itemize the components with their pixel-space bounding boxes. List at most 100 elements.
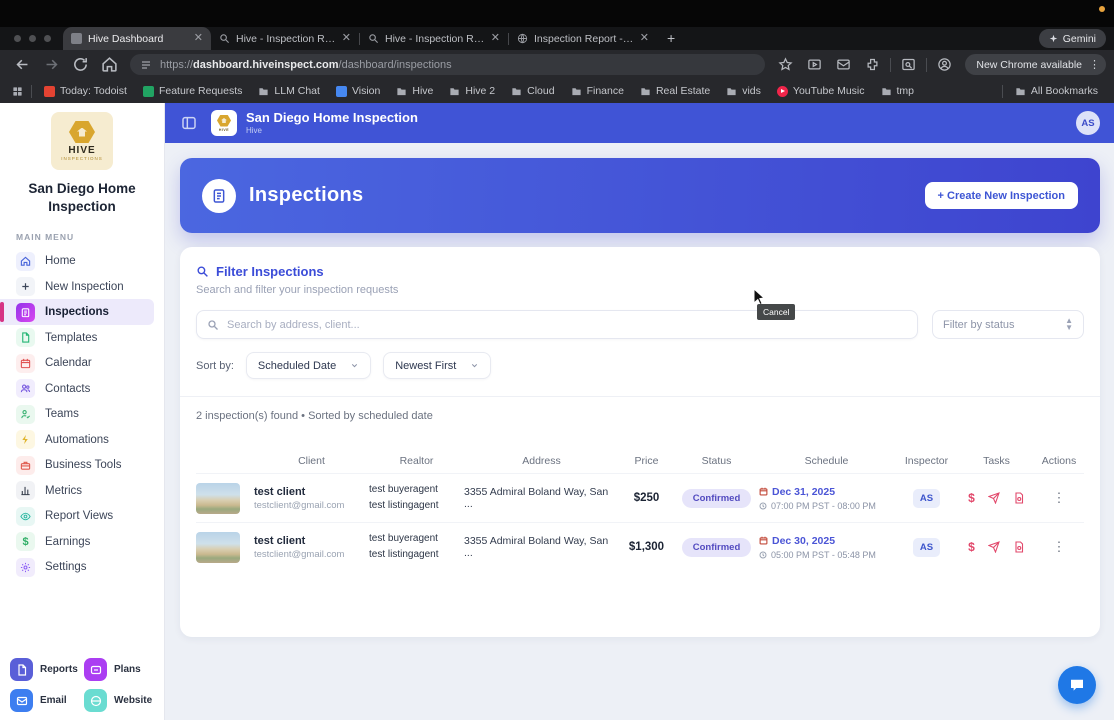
footer-button-label: Website bbox=[114, 695, 152, 706]
folder-icon bbox=[571, 86, 582, 97]
bookmark-feature-requests[interactable]: Feature Requests bbox=[143, 85, 242, 97]
sidebar-item-metrics[interactable]: Metrics bbox=[0, 478, 164, 504]
search-box[interactable] bbox=[196, 310, 918, 339]
folder-icon bbox=[726, 86, 737, 97]
plans-button[interactable]: Plans bbox=[84, 658, 154, 681]
sort-field-dropdown[interactable]: Scheduled Date bbox=[246, 352, 371, 379]
browser-toolbar: https://dashboard.hiveinspect.com/dashbo… bbox=[0, 50, 1114, 79]
profile-icon[interactable] bbox=[937, 57, 952, 72]
bookmark-tmp[interactable]: tmp bbox=[881, 85, 915, 97]
folder-icon bbox=[396, 86, 407, 97]
hive-logo-badge: HIVE bbox=[211, 110, 237, 136]
bookmark-hive-2[interactable]: Hive 2 bbox=[449, 85, 495, 97]
column-header: Client bbox=[254, 455, 369, 467]
sidebar-item-inspections[interactable]: Inspections bbox=[0, 299, 154, 325]
chrome-update-button[interactable]: New Chrome available ⋮ bbox=[965, 54, 1106, 75]
bookmark-real-estate[interactable]: Real Estate bbox=[640, 85, 710, 97]
search-icon bbox=[207, 319, 219, 331]
tab-close-icon[interactable]: ✕ bbox=[640, 33, 649, 44]
sidebar-item-report-views[interactable]: Report Views bbox=[0, 503, 164, 529]
reload-icon[interactable] bbox=[72, 56, 89, 73]
bookmark-label: Hive 2 bbox=[465, 85, 495, 97]
payment-task-icon[interactable]: $ bbox=[968, 540, 975, 554]
payment-task-icon[interactable]: $ bbox=[968, 491, 975, 505]
tab-inspection-report[interactable]: Inspection Report - 0f684c7 ✕ bbox=[509, 27, 657, 50]
sort-field-value: Scheduled Date bbox=[258, 360, 336, 372]
media-controls-icon[interactable] bbox=[807, 57, 822, 72]
row-actions-menu-icon[interactable]: ⋮ bbox=[1034, 539, 1084, 555]
status-badge: Confirmed bbox=[682, 538, 752, 557]
site-info-icon[interactable] bbox=[140, 59, 152, 71]
sheet-icon bbox=[143, 86, 154, 97]
tab-hive-dashboard[interactable]: Hive Dashboard ✕ bbox=[63, 27, 211, 50]
sidebar-item-templates[interactable]: Templates bbox=[0, 325, 164, 351]
dollar-icon: $ bbox=[16, 532, 35, 551]
sidebar-item-automations[interactable]: Automations bbox=[0, 427, 164, 453]
window-controls[interactable] bbox=[0, 35, 63, 50]
clipboard-icon bbox=[16, 303, 35, 322]
tab-close-icon[interactable]: ✕ bbox=[491, 33, 500, 44]
send-task-icon[interactable] bbox=[988, 541, 1000, 553]
table-row[interactable]: test client testclient@gmail.com test bu… bbox=[196, 473, 1084, 522]
sidebar-item-settings[interactable]: Settings bbox=[0, 554, 164, 580]
tab-inspection-reports-2[interactable]: Hive - Inspection Reports ✕ bbox=[360, 27, 508, 50]
url-bar[interactable]: https://dashboard.hiveinspect.com/dashbo… bbox=[130, 54, 765, 75]
apps-grid-icon[interactable] bbox=[12, 86, 23, 97]
new-tab-button[interactable]: + bbox=[657, 30, 685, 50]
sidebar-item-home[interactable]: Home bbox=[0, 248, 164, 274]
chat-widget-button[interactable] bbox=[1058, 666, 1096, 704]
tab-inspection-reports-1[interactable]: Hive - Inspection Reports ✕ bbox=[211, 27, 359, 50]
bookmark-youtube-music[interactable]: YouTube Music bbox=[777, 85, 865, 97]
bookmark-vids[interactable]: vids bbox=[726, 85, 761, 97]
bookmark-label: YouTube Music bbox=[793, 85, 865, 97]
bookmark-todoist[interactable]: Today: Todoist bbox=[44, 85, 127, 97]
sort-order-dropdown[interactable]: Newest First bbox=[383, 352, 491, 379]
report-task-icon[interactable] bbox=[1013, 492, 1025, 504]
bookmark-finance[interactable]: Finance bbox=[571, 85, 624, 97]
home-icon[interactable] bbox=[101, 56, 118, 73]
inspector-cell: AS bbox=[894, 489, 959, 508]
extensions-icon[interactable] bbox=[865, 57, 880, 72]
website-button[interactable]: Website bbox=[84, 689, 154, 712]
bookmark-star-icon[interactable] bbox=[778, 57, 793, 72]
sidebar-toggle-icon[interactable] bbox=[181, 115, 197, 131]
reports-button[interactable]: Reports bbox=[10, 658, 80, 681]
forward-icon[interactable] bbox=[43, 56, 60, 73]
inspector-cell: AS bbox=[894, 538, 959, 557]
inspections-card: Filter Inspections Search and filter you… bbox=[180, 247, 1100, 637]
tab-search-icon[interactable] bbox=[901, 57, 916, 72]
sidebar-item-contacts[interactable]: Contacts bbox=[0, 376, 164, 402]
report-icon bbox=[10, 658, 33, 681]
send-task-icon[interactable] bbox=[988, 492, 1000, 504]
create-new-inspection-button[interactable]: + Create New Inspection bbox=[925, 182, 1078, 209]
sidebar-item-business-tools[interactable]: Business Tools bbox=[0, 452, 164, 478]
share-icon[interactable] bbox=[836, 57, 851, 72]
tab-close-icon[interactable]: ✕ bbox=[342, 33, 351, 44]
sidebar-item-calendar[interactable]: Calendar bbox=[0, 350, 164, 376]
all-bookmarks-button[interactable]: All Bookmarks bbox=[1015, 85, 1098, 97]
update-label: New Chrome available bbox=[976, 59, 1082, 71]
report-task-icon[interactable] bbox=[1013, 541, 1025, 553]
status-filter-select[interactable]: Filter by status ▲▼ bbox=[932, 310, 1084, 339]
table-row[interactable]: test client testclient@gmail.com test bu… bbox=[196, 522, 1084, 571]
main-area: HIVE San Diego Home Inspection Hive AS I… bbox=[165, 103, 1114, 720]
sidebar-item-new-inspection[interactable]: New Inspection bbox=[0, 274, 164, 300]
row-actions-menu-icon[interactable]: ⋮ bbox=[1034, 490, 1084, 506]
sort-order-value: Newest First bbox=[395, 360, 456, 372]
bolt-icon bbox=[16, 430, 35, 449]
bookmark-vision[interactable]: Vision bbox=[336, 85, 380, 97]
browser-menu-icon[interactable]: ⋮ bbox=[1089, 58, 1100, 71]
bookmark-llm-chat[interactable]: LLM Chat bbox=[258, 85, 320, 97]
plus-icon bbox=[16, 277, 35, 296]
search-input[interactable] bbox=[227, 319, 907, 331]
sidebar-item-teams[interactable]: Teams bbox=[0, 401, 164, 427]
bookmark-hive[interactable]: Hive bbox=[396, 85, 433, 97]
sidebar-item-earnings[interactable]: $ Earnings bbox=[0, 529, 164, 555]
bookmark-cloud[interactable]: Cloud bbox=[511, 85, 554, 97]
email-button[interactable]: Email bbox=[10, 689, 80, 712]
tab-close-icon[interactable]: ✕ bbox=[194, 33, 203, 44]
gemini-button[interactable]: Gemini bbox=[1039, 29, 1106, 48]
user-avatar[interactable]: AS bbox=[1076, 111, 1100, 135]
back-icon[interactable] bbox=[14, 56, 31, 73]
tasks-cell: $ bbox=[959, 491, 1034, 505]
